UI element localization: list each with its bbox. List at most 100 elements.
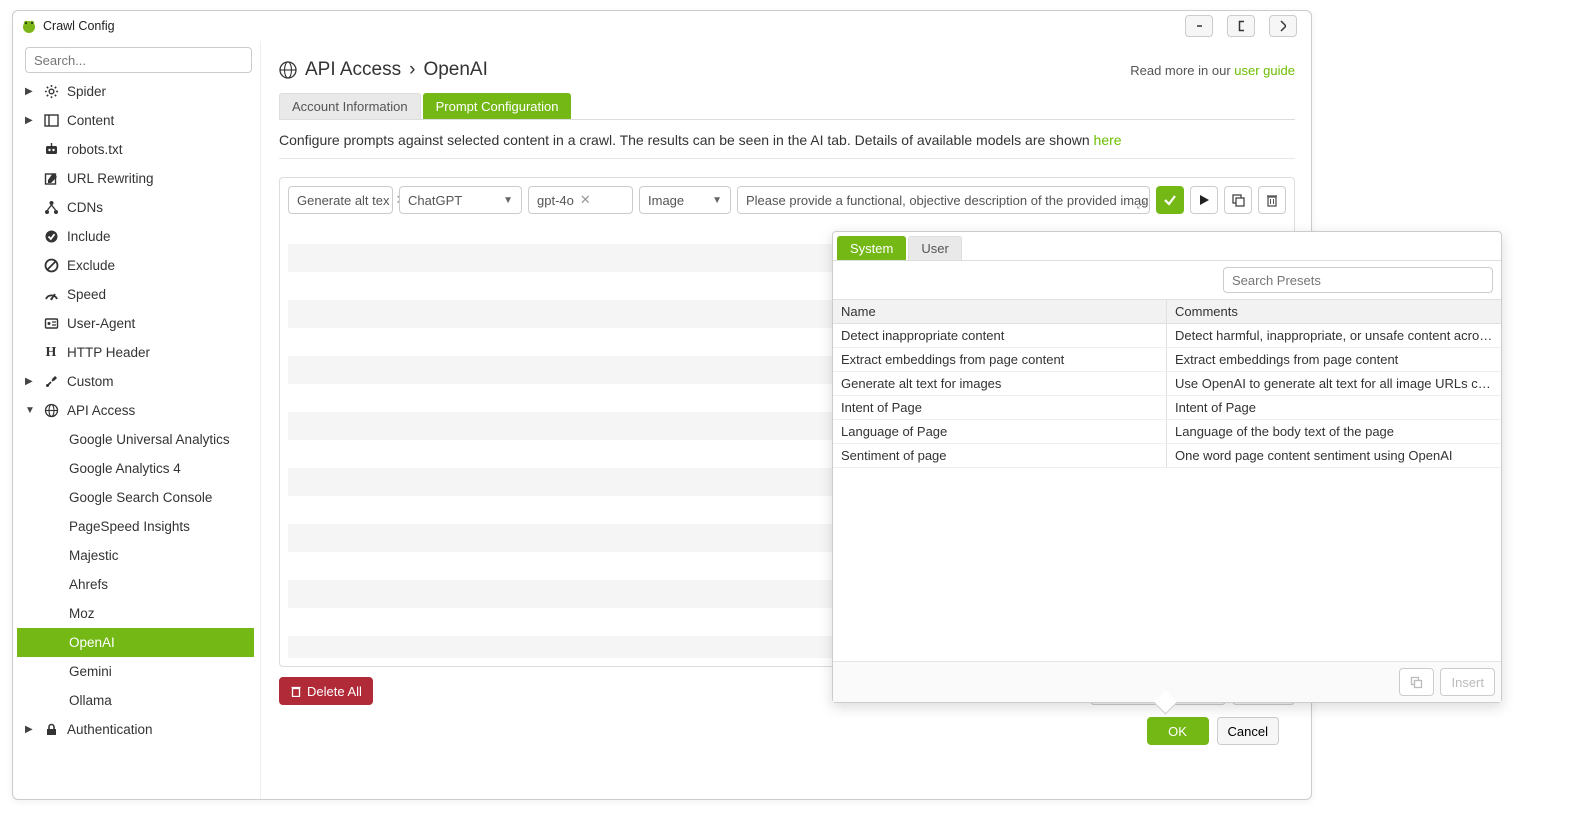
delete-all-button[interactable]: Delete All — [279, 677, 373, 705]
content-type-select[interactable]: Image▼ — [639, 186, 731, 214]
sidebar-item-google-analytics-4[interactable]: Google Analytics 4 — [17, 454, 254, 483]
check-circle-icon — [43, 229, 59, 245]
table-header: Name Comments — [833, 299, 1501, 324]
sidebar-tree: ▶Spider▶Contentrobots.txtURL RewritingCD… — [17, 77, 260, 793]
sidebar-item-label: Custom — [67, 374, 114, 389]
table-row[interactable]: Sentiment of pageOne word page content s… — [833, 444, 1501, 468]
presets-table: Name Comments Detect inappropriate conte… — [833, 299, 1501, 661]
col-comments[interactable]: Comments — [1167, 300, 1501, 323]
table-row[interactable]: Intent of PageIntent of Page — [833, 396, 1501, 420]
chevron-down-icon: ▼ — [493, 195, 513, 206]
sidebar-item-custom[interactable]: ▶ Custom — [17, 367, 254, 396]
sidebar-item-pagespeed-insights[interactable]: PageSpeed Insights — [17, 512, 254, 541]
sidebar-item-ollama[interactable]: Ollama — [17, 686, 254, 715]
sidebar-item-http-header[interactable]: HHTTP Header — [17, 338, 254, 367]
sidebar-item-label: Include — [67, 229, 111, 244]
lock-icon — [43, 722, 59, 738]
popover-tabbar: SystemUser — [833, 232, 1501, 261]
sidebar-item-label: Speed — [67, 287, 106, 302]
run-button[interactable] — [1190, 186, 1218, 214]
chevron-down-icon: ▼ — [702, 195, 722, 206]
delete-row-button[interactable] — [1258, 186, 1286, 214]
sidebar-item-openai[interactable]: OpenAI — [17, 628, 254, 657]
expand-icon[interactable]: ⤢ — [1137, 200, 1145, 211]
tab-account-information[interactable]: Account Information — [279, 93, 421, 119]
close-button[interactable] — [1269, 15, 1297, 37]
edit-icon — [43, 171, 59, 187]
minimize-button[interactable] — [1185, 15, 1213, 37]
prompt-text-input[interactable]: Please provide a functional, objective d… — [737, 186, 1150, 214]
sidebar-item-label: Moz — [69, 606, 95, 621]
chevron-right-icon: ▶ — [25, 86, 35, 97]
sidebar-item-label: User-Agent — [67, 316, 135, 331]
readmore-text: Read more in our user guide — [1130, 63, 1295, 78]
breadcrumb: API Access › OpenAI — [279, 59, 488, 81]
sidebar-item-api-access[interactable]: ▼API Access — [17, 396, 254, 425]
models-here-link[interactable]: here — [1094, 132, 1122, 148]
sidebar-item-label: Majestic — [69, 548, 119, 563]
network-icon — [43, 200, 59, 216]
prompt-name-input[interactable]: Generate alt tex✕ — [288, 186, 393, 214]
user-guide-link[interactable]: user guide — [1234, 63, 1295, 78]
chevron-right-icon: ▶ — [25, 376, 35, 387]
sidebar-item-cdns[interactable]: CDNs — [17, 193, 254, 222]
window-title: Crawl Config — [43, 19, 115, 33]
sidebar-item-include[interactable]: Include — [17, 222, 254, 251]
sidebar-item-label: URL Rewriting — [67, 171, 154, 186]
gauge-icon — [43, 287, 59, 303]
maximize-button[interactable] — [1227, 15, 1255, 37]
copy-button[interactable] — [1224, 186, 1252, 214]
breadcrumb-current: OpenAI — [423, 59, 487, 81]
globe-icon — [43, 403, 59, 419]
table-row[interactable]: Language of PageLanguage of the body tex… — [833, 420, 1501, 444]
tab-prompt-configuration[interactable]: Prompt Configuration — [423, 93, 572, 119]
sidebar-item-majestic[interactable]: Majestic — [17, 541, 254, 570]
sidebar-item-speed[interactable]: Speed — [17, 280, 254, 309]
table-row[interactable]: Extract embeddings from page contentExtr… — [833, 348, 1501, 372]
popover-copy-button[interactable] — [1399, 668, 1434, 696]
model-input[interactable]: gpt-4o✕ — [528, 186, 633, 214]
tabbar: Account InformationPrompt Configuration — [279, 93, 1295, 120]
sidebar-item-label: Google Search Console — [69, 490, 212, 505]
chevron-down-icon: ▼ — [25, 405, 35, 416]
presets-search-input[interactable] — [1223, 267, 1493, 293]
sidebar-item-gemini[interactable]: Gemini — [17, 657, 254, 686]
sidebar-item-spider[interactable]: ▶Spider — [17, 77, 254, 106]
copy-icon — [1410, 676, 1423, 689]
sidebar-item-label: Google Analytics 4 — [69, 461, 181, 476]
provider-select[interactable]: ChatGPT▼ — [399, 186, 522, 214]
breadcrumb-parent: API Access — [305, 59, 401, 81]
sidebar-item-label: Content — [67, 113, 114, 128]
sidebar-item-label: Ollama — [69, 693, 112, 708]
sidebar-item-label: robots.txt — [67, 142, 123, 157]
sidebar-item-exclude[interactable]: Exclude — [17, 251, 254, 280]
sidebar-search-input[interactable] — [25, 47, 252, 73]
sidebar-item-ahrefs[interactable]: Ahrefs — [17, 570, 254, 599]
library-popover: SystemUser Name Comments Detect inapprop… — [832, 231, 1502, 703]
sidebar-item-authentication[interactable]: ▶Authentication — [17, 715, 254, 744]
sidebar-item-robots-txt[interactable]: robots.txt — [17, 135, 254, 164]
sidebar-item-url-rewriting[interactable]: URL Rewriting — [17, 164, 254, 193]
ok-button[interactable]: OK — [1147, 717, 1209, 745]
popover-tab-system[interactable]: System — [837, 236, 906, 260]
sidebar-item-label: Gemini — [69, 664, 112, 679]
popover-tab-user[interactable]: User — [908, 236, 961, 260]
sidebar-item-content[interactable]: ▶Content — [17, 106, 254, 135]
sidebar-item-google-universal-analytics[interactable]: Google Universal Analytics — [17, 425, 254, 454]
validate-button[interactable] — [1156, 186, 1184, 214]
clear-icon[interactable]: ✕ — [580, 192, 591, 208]
trash-icon — [290, 685, 302, 697]
sidebar-item-user-agent[interactable]: User-Agent — [17, 309, 254, 338]
frog-app-icon — [21, 18, 37, 34]
sidebar-item-google-search-console[interactable]: Google Search Console — [17, 483, 254, 512]
sidebar-item-moz[interactable]: Moz — [17, 599, 254, 628]
prompt-row: Generate alt tex✕ ChatGPT▼ gpt-4o✕ Image… — [288, 186, 1286, 214]
table-row[interactable]: Detect inappropriate contentDetect harmf… — [833, 324, 1501, 348]
sidebar-item-label: PageSpeed Insights — [69, 519, 190, 534]
table-row[interactable]: Generate alt text for imagesUse OpenAI t… — [833, 372, 1501, 396]
sidebar-item-label: Ahrefs — [69, 577, 108, 592]
col-name[interactable]: Name — [833, 300, 1167, 323]
cancel-button[interactable]: Cancel — [1217, 717, 1279, 745]
sidebar-item-label: Exclude — [67, 258, 115, 273]
popover-insert-button[interactable]: Insert — [1440, 668, 1495, 696]
